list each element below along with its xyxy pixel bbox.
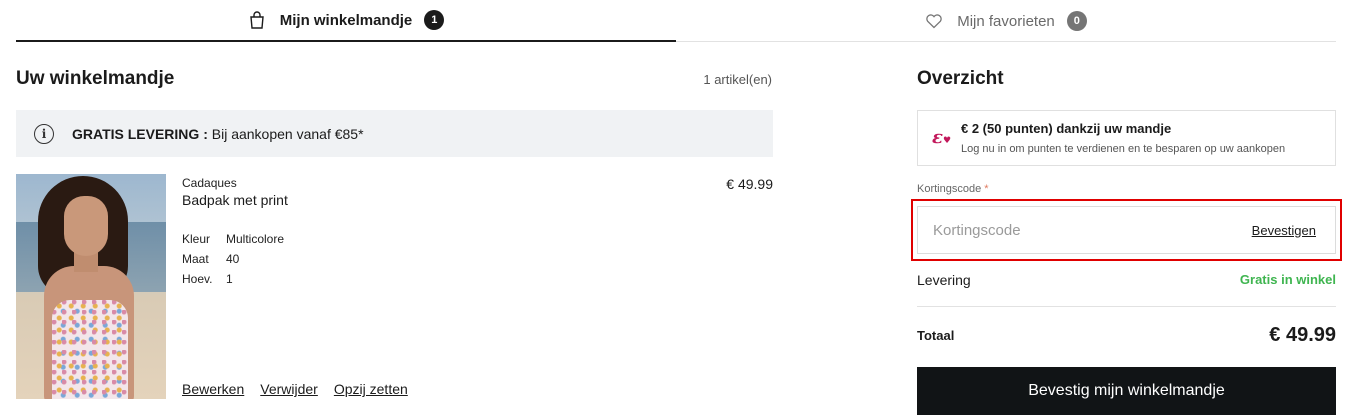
total-value: € 49.99	[1269, 324, 1336, 346]
coupon-label: Kortingscode *	[917, 183, 989, 195]
loyalty-icon: ε♥	[932, 127, 952, 148]
save-for-later-link[interactable]: Opzij zetten	[334, 381, 408, 397]
points-subtitle: Log nu in om punten te verdienen en te b…	[961, 143, 1286, 155]
summary-title: Overzicht	[917, 68, 1004, 89]
coupon-input[interactable]	[918, 207, 1252, 253]
cart-tabs: Mijn winkelmandje 1 Mijn favorieten 0	[16, 0, 1336, 42]
cart-item: Cadaques Badpak met print € 49.99 Kleur …	[16, 174, 773, 399]
cart-count-badge: 1	[424, 10, 445, 30]
loyalty-points-box: ε♥ € 2 (50 punten) dankzij uw mandje Log…	[917, 110, 1336, 166]
heart-icon	[925, 12, 943, 30]
banner-bold-text: GRATIS LEVERING :	[72, 125, 208, 142]
attribute-key: Hoev.	[182, 272, 213, 286]
banner-text: GRATIS LEVERING : Bij aankopen vanaf €85…	[72, 126, 364, 142]
attribute-value: Multicolore	[226, 232, 285, 246]
delivery-row: Levering Gratis in winkel	[917, 272, 1336, 288]
required-mark: *	[984, 183, 989, 195]
attribute-value: 40	[226, 252, 240, 266]
total-row: Totaal € 49.99	[917, 324, 1336, 347]
info-icon: i	[34, 123, 54, 144]
tab-cart-label: Mijn winkelmandje	[279, 11, 413, 29]
product-brand: Cadaques	[182, 176, 237, 190]
tab-favorites[interactable]: Mijn favorieten 0	[676, 0, 1336, 42]
remove-link[interactable]: Verwijder	[260, 381, 318, 397]
product-price: € 49.99	[726, 176, 773, 192]
product-image[interactable]	[16, 174, 166, 399]
attribute-quantity: Hoev. 1	[182, 272, 233, 286]
cart-title: Uw winkelmandje	[16, 68, 175, 89]
attribute-size: Maat 40	[182, 252, 239, 266]
item-actions: Bewerken Verwijder Opzij zetten	[182, 381, 408, 397]
coupon-confirm-button[interactable]: Bevestigen	[1252, 223, 1316, 238]
edit-link[interactable]: Bewerken	[182, 381, 244, 397]
total-label: Totaal	[917, 328, 955, 343]
bag-icon	[248, 11, 266, 29]
tab-cart[interactable]: Mijn winkelmandje 1	[16, 0, 676, 42]
attribute-value: 1	[226, 272, 233, 286]
favorites-count-badge: 0	[1066, 11, 1087, 31]
coupon-label-text: Kortingscode	[917, 183, 982, 195]
delivery-label: Levering	[917, 272, 971, 288]
coupon-field: Bevestigen	[917, 206, 1336, 254]
attribute-key: Maat	[182, 252, 209, 266]
attribute-key: Kleur	[182, 232, 211, 246]
cart-item-count: 1 artikel(en)	[703, 72, 772, 87]
banner-detail-text: Bij aankopen vanaf €85*	[207, 125, 364, 142]
free-delivery-banner: i GRATIS LEVERING : Bij aankopen vanaf €…	[16, 110, 773, 157]
tab-favorites-label: Mijn favorieten	[957, 12, 1055, 30]
divider	[917, 306, 1336, 307]
product-name[interactable]: Badpak met print	[182, 192, 288, 208]
confirm-cart-button[interactable]: Bevestig mijn winkelmandje	[917, 367, 1336, 415]
points-title: € 2 (50 punten) dankzij uw mandje	[961, 121, 1172, 136]
delivery-value: Gratis in winkel	[1239, 272, 1336, 287]
attribute-color: Kleur Multicolore	[182, 232, 284, 246]
